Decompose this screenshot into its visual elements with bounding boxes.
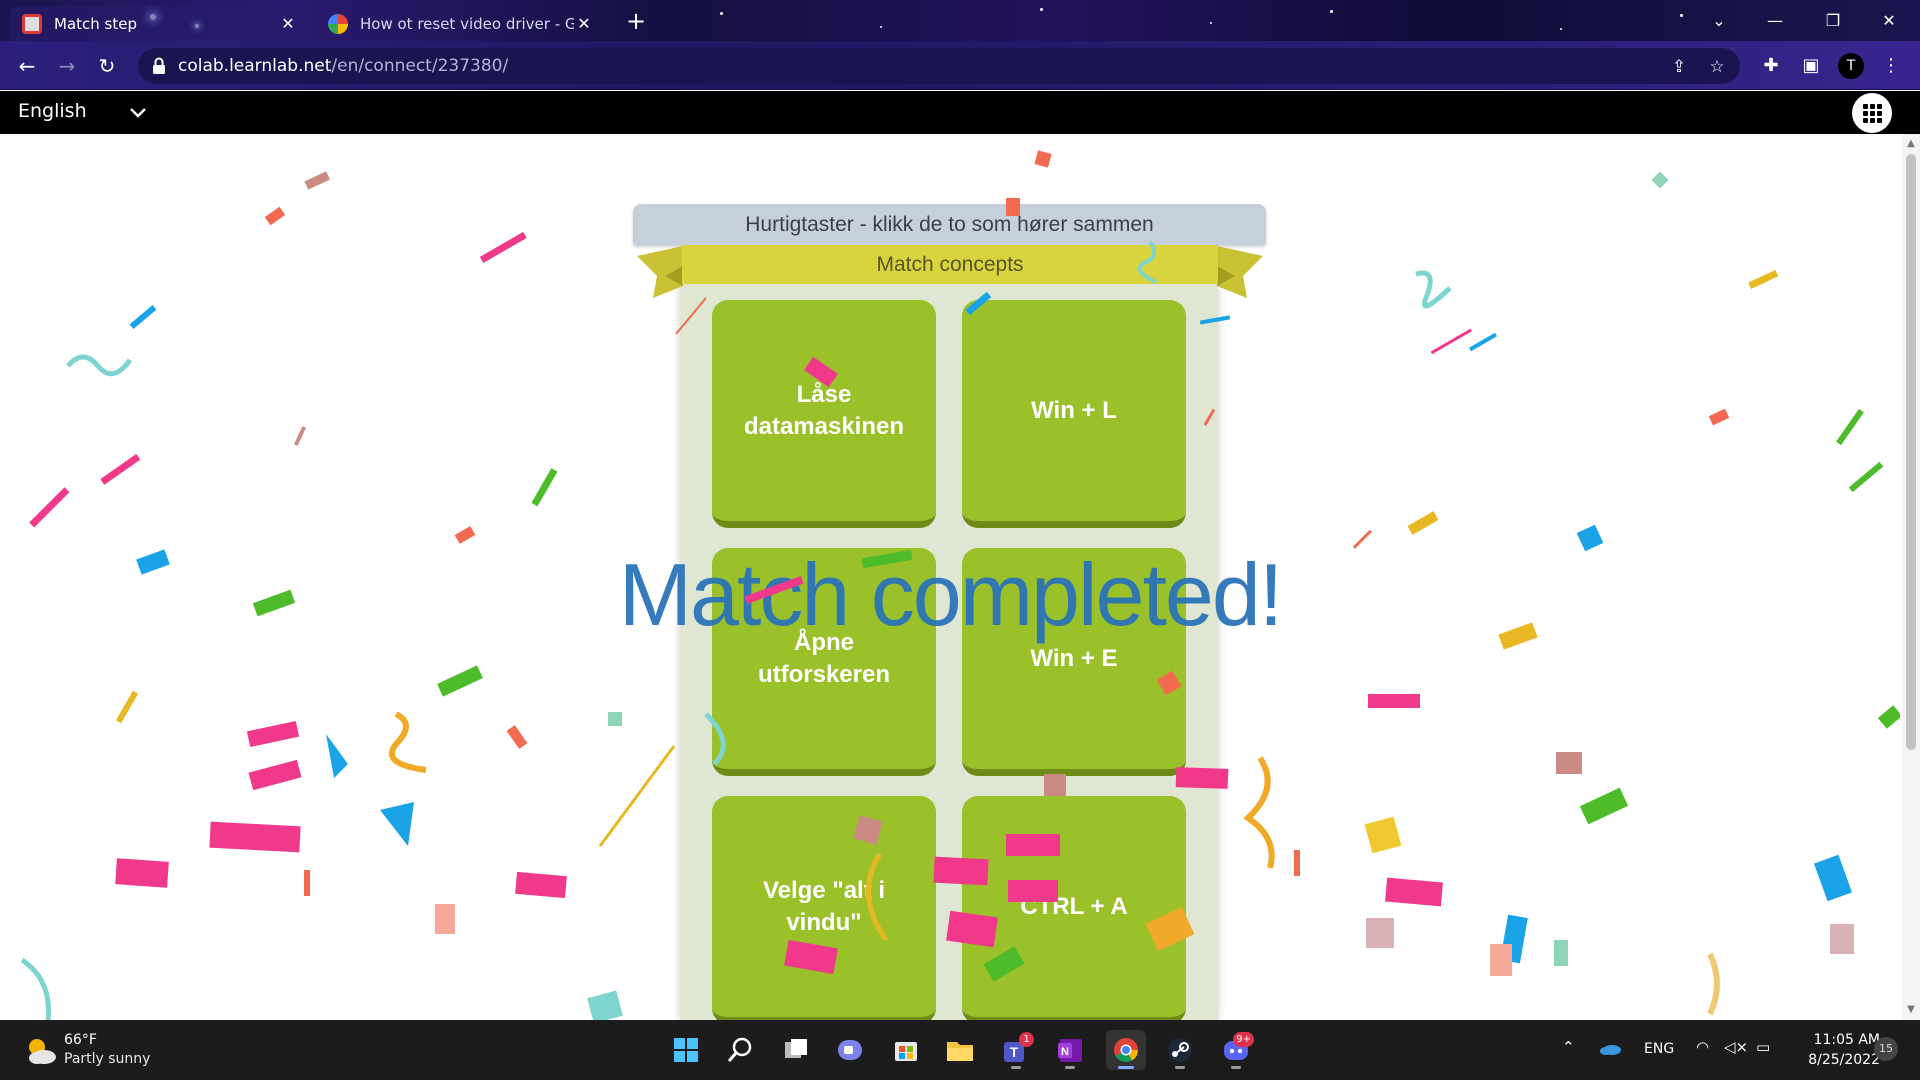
concept-card[interactable]: CTRL + A <box>962 796 1186 1020</box>
browser-toolbar: ← → ↻ colab.learnlab.net/en/connect/2373… <box>0 41 1920 90</box>
back-button[interactable]: ← <box>12 51 42 81</box>
weather-widget[interactable]: 66°F Partly sunny <box>24 1032 194 1072</box>
extensions-puzzle-icon[interactable]: ✚ <box>1758 53 1784 79</box>
folder-icon <box>947 1042 973 1061</box>
task-view-button[interactable] <box>776 1030 816 1070</box>
ribbon-left-tail <box>637 246 683 298</box>
weather-temperature: 66°F <box>64 1032 97 1048</box>
partly-sunny-icon <box>29 1039 56 1064</box>
task-view-icon <box>785 1039 807 1058</box>
teams-chat-button[interactable] <box>830 1030 870 1070</box>
concept-card[interactable]: Låse datamaskinen <box>712 300 936 528</box>
volume-muted-icon[interactable]: ◁× <box>1724 1038 1748 1056</box>
svg-text:T: T <box>1010 1044 1019 1060</box>
steam-button[interactable] <box>1160 1030 1200 1070</box>
search-button[interactable] <box>720 1030 760 1070</box>
site-header: English <box>0 91 1920 134</box>
file-explorer-button[interactable] <box>940 1030 980 1070</box>
ribbon-right-tail <box>1217 246 1263 298</box>
discord-button[interactable]: 9+ <box>1216 1030 1256 1070</box>
browser-tab-strip: Match step ✕ How ot reset video driver -… <box>0 0 1920 41</box>
input-language[interactable]: ENG <box>1644 1041 1674 1057</box>
discord-badge: 9+ <box>1233 1032 1254 1047</box>
chrome-icon <box>1114 1038 1138 1063</box>
store-icon <box>895 1042 917 1061</box>
onenote-button[interactable]: N <box>1050 1030 1090 1070</box>
clock-date: 8/25/2022 <box>1808 1052 1880 1068</box>
windows-taskbar: 66°F Partly sunny T 1 N 9+ ⌃ ENG ◠ ◁× ▭ … <box>0 1020 1920 1080</box>
profile-avatar[interactable]: T <box>1838 53 1864 79</box>
microsoft-store-button[interactable] <box>886 1030 926 1070</box>
url-text: colab.learnlab.net/en/connect/237380/ <box>178 56 509 76</box>
language-label: English <box>18 100 87 122</box>
tab-title: Match step <box>54 14 137 33</box>
chevron-down-icon <box>130 108 146 118</box>
side-panel-icon[interactable]: ▣ <box>1798 53 1824 79</box>
minimize-button[interactable]: — <box>1752 6 1798 36</box>
chrome-button[interactable] <box>1106 1030 1146 1070</box>
language-select[interactable]: English <box>18 100 158 126</box>
forward-button[interactable]: → <box>52 51 82 81</box>
google-icon <box>328 13 348 34</box>
scrollbar-thumb[interactable] <box>1906 154 1916 750</box>
close-tab-icon[interactable]: ✕ <box>574 14 594 33</box>
search-icon <box>727 1037 752 1062</box>
restore-button[interactable]: ❐ <box>1810 6 1856 36</box>
system-clock[interactable]: 11:05 AM 8/25/2022 <box>1790 1030 1880 1070</box>
scroll-down-icon[interactable]: ▼ <box>1902 1002 1920 1018</box>
exercise-title: Hurtigtaster - klikk de to som hører sam… <box>633 204 1266 245</box>
reload-button[interactable]: ↻ <box>92 51 122 81</box>
match-concepts-ribbon: Match concepts <box>682 245 1218 284</box>
teams-badge: 1 <box>1019 1032 1034 1047</box>
share-icon[interactable]: ⇪ <box>1668 56 1690 78</box>
match-completed-message: Match completed! <box>618 545 1284 644</box>
tab-google-search[interactable]: How ot reset video driver - Goog ✕ <box>316 6 606 41</box>
apps-grid-button[interactable] <box>1852 93 1892 133</box>
battery-icon[interactable]: ▭ <box>1756 1038 1770 1056</box>
close-window-button[interactable]: ✕ <box>1866 6 1912 36</box>
teams-button[interactable]: T 1 <box>996 1030 1036 1070</box>
close-tab-icon[interactable]: ✕ <box>278 14 298 33</box>
svg-text:N: N <box>1061 1046 1069 1058</box>
onedrive-icon[interactable] <box>1598 1040 1622 1056</box>
concept-card[interactable]: Velge "alt i vindu" <box>712 796 936 1020</box>
notification-count[interactable]: 15 <box>1874 1037 1898 1061</box>
vertical-scrollbar[interactable]: ▲ ▼ <box>1902 134 1920 1020</box>
kebab-menu-icon[interactable]: ⋮ <box>1878 53 1904 79</box>
steam-icon <box>1168 1038 1192 1062</box>
chat-icon <box>838 1040 862 1060</box>
onenote-icon: N <box>1058 1039 1082 1062</box>
new-tab-button[interactable]: + <box>622 8 650 36</box>
lock-icon[interactable] <box>152 57 166 75</box>
tab-match-step[interactable]: Match step ✕ <box>10 6 310 41</box>
wifi-icon[interactable]: ◠ <box>1696 1038 1709 1056</box>
clock-time: 11:05 AM <box>1813 1032 1880 1048</box>
windows-logo-icon <box>674 1038 698 1062</box>
start-button[interactable] <box>666 1030 706 1070</box>
bookmark-star-icon[interactable]: ☆ <box>1706 56 1728 78</box>
tab-title: How ot reset video driver - Goog <box>360 14 574 33</box>
concept-card[interactable]: Win + L <box>962 300 1186 528</box>
address-bar[interactable]: colab.learnlab.net/en/connect/237380/ ⇪ … <box>138 48 1740 84</box>
tab-search-icon[interactable]: ⌄ <box>1696 6 1742 36</box>
scroll-up-icon[interactable]: ▲ <box>1902 136 1920 152</box>
weather-description: Partly sunny <box>64 1051 151 1067</box>
learnlab-icon <box>22 13 42 34</box>
chevron-up-icon[interactable]: ⌃ <box>1562 1038 1575 1056</box>
page-content: Hurtigtaster - klikk de to som hører sam… <box>0 134 1920 1020</box>
